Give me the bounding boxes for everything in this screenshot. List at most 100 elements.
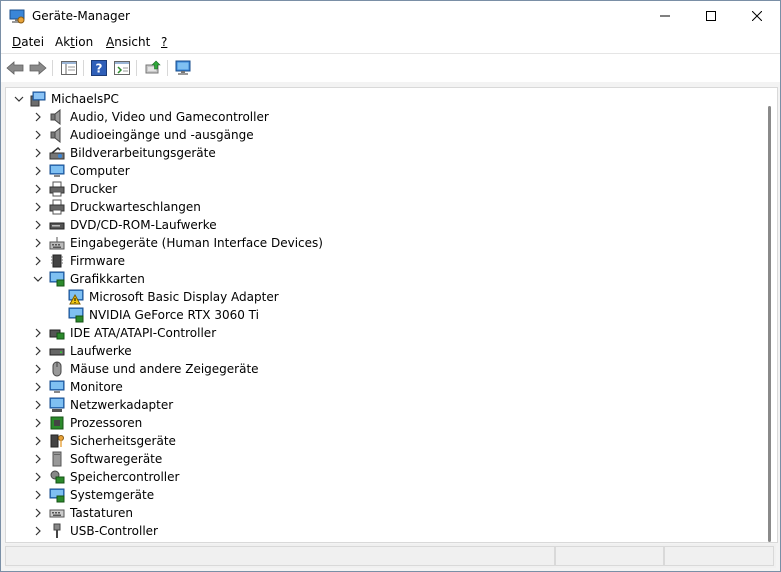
chevron-right-icon[interactable] xyxy=(33,364,43,374)
speaker-icon xyxy=(50,109,61,125)
chevron-right-icon[interactable] xyxy=(33,202,43,212)
toolbar-separator xyxy=(52,60,53,76)
chevron-down-icon[interactable] xyxy=(33,274,43,284)
tree-root-label[interactable]: MichaelsPC xyxy=(51,92,119,106)
chevron-right-icon[interactable] xyxy=(33,436,43,446)
tree-item-label[interactable]: NVIDIA GeForce RTX 3060 Ti xyxy=(89,308,259,322)
chevron-right-icon[interactable] xyxy=(33,184,43,194)
arrow-left-icon xyxy=(6,61,24,75)
tree-item-label[interactable]: Softwaregeräte xyxy=(70,452,162,466)
vertical-scrollbar[interactable] xyxy=(768,106,772,542)
computer-icon xyxy=(30,91,46,107)
update-driver-button[interactable] xyxy=(142,58,164,78)
tree-item-label[interactable]: Netzwerkadapter xyxy=(70,398,173,412)
chevron-down-icon[interactable] xyxy=(14,94,24,104)
status-bar xyxy=(5,544,776,568)
usb-icon xyxy=(53,523,61,538)
menu-aktion[interactable]: Aktion xyxy=(55,35,93,49)
tree-item-label[interactable]: Druckwarteschlangen xyxy=(70,200,201,214)
chevron-right-icon[interactable] xyxy=(33,454,43,464)
minimize-button[interactable] xyxy=(642,1,688,31)
maximize-icon xyxy=(706,11,716,21)
tree-item-label[interactable]: Sicherheitsgeräte xyxy=(70,434,176,448)
tree-item-label[interactable]: Monitore xyxy=(70,380,123,394)
tree-item-label[interactable]: Systemgeräte xyxy=(70,488,154,502)
menu-aktion-rest: ion xyxy=(74,35,94,49)
monitor-icon xyxy=(49,380,65,393)
chevron-right-icon[interactable] xyxy=(33,130,43,140)
printer-icon xyxy=(49,181,65,197)
chevron-right-icon[interactable] xyxy=(33,472,43,482)
toolbar-separator xyxy=(167,60,168,76)
menu-help[interactable]: ? xyxy=(161,35,167,49)
menu-datei[interactable]: Datei xyxy=(12,35,44,49)
chevron-right-icon[interactable] xyxy=(33,526,43,536)
printer-icon xyxy=(49,199,65,215)
device-tree[interactable]: MichaelsPC Audio, Video und Gamecontroll… xyxy=(5,87,778,543)
menu-ansicht-accel: A xyxy=(106,35,115,49)
tree-item-label[interactable]: Firmware xyxy=(70,254,125,268)
arrow-right-icon xyxy=(29,61,47,75)
status-cell-3 xyxy=(664,546,774,566)
device-manager-window: Geräte-Manager Datei Aktion Ansicht ? ? … xyxy=(0,0,781,572)
chevron-right-icon[interactable] xyxy=(33,418,43,428)
tree-item-label[interactable]: Tastaturen xyxy=(70,506,133,520)
menu-ansicht-rest: nsicht xyxy=(114,35,151,49)
tree-item-label[interactable]: Eingabegeräte (Human Interface Devices) xyxy=(70,236,323,250)
chevron-right-icon[interactable] xyxy=(33,112,43,122)
tree-item-label[interactable]: Bildverarbeitungsgeräte xyxy=(70,146,216,160)
device-manager-icon xyxy=(9,9,25,24)
maximize-button[interactable] xyxy=(688,1,734,31)
minimize-icon xyxy=(660,15,670,17)
status-cell-main xyxy=(5,546,555,566)
processor-icon xyxy=(50,416,64,430)
forward-button[interactable] xyxy=(27,58,49,78)
tree-item-label[interactable]: Audioeingänge und -ausgänge xyxy=(70,128,254,142)
tree-item-label[interactable]: Prozessoren xyxy=(70,416,142,430)
show-hide-console-tree-button[interactable] xyxy=(58,58,80,78)
tree-item-label[interactable]: Microsoft Basic Display Adapter xyxy=(89,290,279,304)
tree-item-label[interactable]: USB-Controller xyxy=(70,524,158,538)
tree-item-label[interactable]: Mäuse und andere Zeigegeräte xyxy=(70,362,259,376)
console-tree-icon xyxy=(61,61,77,75)
chevron-right-icon[interactable] xyxy=(33,166,43,176)
menu-ansicht[interactable]: Ansicht xyxy=(106,35,150,49)
chevron-right-icon[interactable] xyxy=(33,148,43,158)
display-adapter-warning-icon xyxy=(68,289,84,305)
tree-item-label[interactable]: Laufwerke xyxy=(70,344,132,358)
software-device-icon xyxy=(52,451,62,467)
tree-item-label[interactable]: Grafikkarten xyxy=(70,272,145,286)
title-bar[interactable]: Geräte-Manager xyxy=(1,1,780,31)
tree-item-label[interactable]: Audio, Video und Gamecontroller xyxy=(70,110,269,124)
ide-controller-icon xyxy=(49,329,65,340)
chevron-right-icon[interactable] xyxy=(33,508,43,518)
chevron-right-icon[interactable] xyxy=(33,238,43,248)
chevron-right-icon[interactable] xyxy=(33,382,43,392)
chevron-right-icon[interactable] xyxy=(33,220,43,230)
properties-button[interactable] xyxy=(111,58,133,78)
chevron-right-icon[interactable] xyxy=(33,256,43,266)
tree-item-label[interactable]: Computer xyxy=(70,164,130,178)
status-cell-2 xyxy=(555,546,664,566)
scan-hardware-button[interactable] xyxy=(173,58,195,78)
tree-item-label[interactable]: IDE ATA/ATAPI-Controller xyxy=(70,326,216,340)
toolbar-separator xyxy=(83,60,84,76)
toolbar: ? xyxy=(1,54,780,82)
chevron-right-icon[interactable] xyxy=(33,328,43,338)
tree-item-label[interactable]: Drucker xyxy=(70,182,117,196)
chevron-right-icon[interactable] xyxy=(33,400,43,410)
back-button[interactable] xyxy=(4,58,26,78)
tree-item-label[interactable]: DVD/CD-ROM-Laufwerke xyxy=(70,218,217,232)
system-device-icon xyxy=(49,488,65,503)
keyboard-icon xyxy=(49,509,65,518)
close-button[interactable] xyxy=(734,1,780,31)
chevron-right-icon[interactable] xyxy=(33,490,43,500)
menu-aktion-pre: Ak xyxy=(55,35,71,49)
tree-item-label[interactable]: Speichercontroller xyxy=(70,470,179,484)
network-adapter-icon xyxy=(49,397,65,412)
scrollbar-thumb[interactable] xyxy=(768,106,771,542)
display-adapter-icon xyxy=(68,307,84,323)
chevron-right-icon[interactable] xyxy=(33,346,43,356)
display-adapter-icon xyxy=(49,271,65,287)
help-button[interactable]: ? xyxy=(88,58,110,78)
